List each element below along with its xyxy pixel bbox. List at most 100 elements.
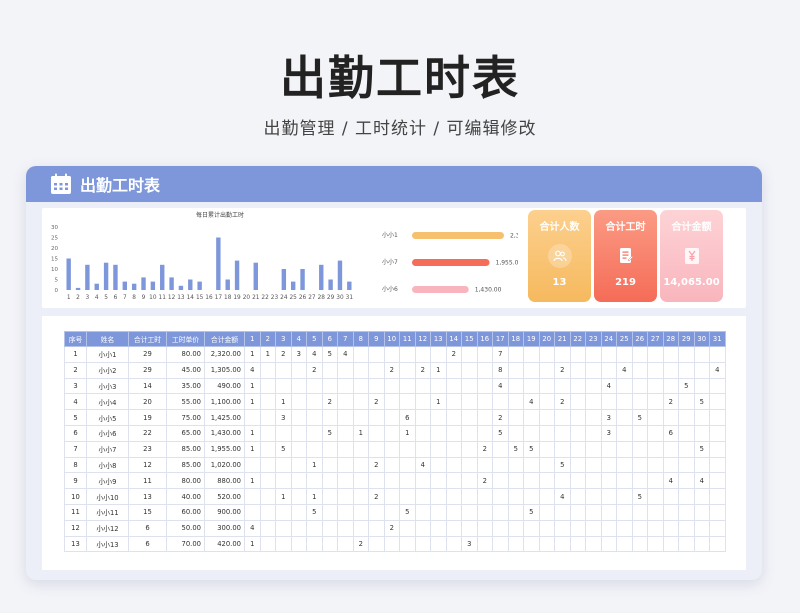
- day-cell[interactable]: [538, 535, 555, 553]
- day-cell[interactable]: [647, 472, 664, 490]
- day-cell[interactable]: [259, 440, 276, 458]
- day-cell[interactable]: [352, 393, 369, 411]
- day-cell[interactable]: [507, 377, 524, 395]
- day-cell[interactable]: [259, 424, 276, 442]
- day-cell[interactable]: [523, 488, 540, 505]
- table-row[interactable]: 4 小小4 20 55.00 1,100.00 1 1 2 2 1 4 2 2 5: [64, 393, 726, 411]
- day-cell[interactable]: [476, 409, 493, 426]
- day-cell[interactable]: [693, 535, 710, 553]
- day-cell[interactable]: 8: [492, 361, 509, 379]
- day-cell[interactable]: [476, 535, 493, 553]
- day-cell[interactable]: 1: [430, 361, 447, 379]
- day-cell[interactable]: [275, 361, 292, 379]
- table-row[interactable]: 7 小小7 23 85.00 1,955.00 1 5 2 5 5 5: [64, 440, 726, 458]
- day-cell[interactable]: 3: [275, 409, 292, 426]
- day-cell[interactable]: [337, 488, 354, 505]
- day-cell[interactable]: [678, 361, 695, 379]
- row-number[interactable]: 9: [64, 472, 87, 490]
- day-cell[interactable]: 7: [492, 346, 509, 363]
- day-cell[interactable]: [414, 440, 431, 458]
- hourly-rate[interactable]: 35.00: [166, 377, 205, 395]
- day-cell[interactable]: [352, 440, 369, 458]
- day-cell[interactable]: [709, 456, 726, 474]
- day-cell[interactable]: 4: [554, 488, 571, 505]
- day-header[interactable]: 13: [430, 331, 447, 347]
- day-cell[interactable]: [492, 472, 509, 490]
- day-cell[interactable]: [399, 535, 416, 553]
- day-cell[interactable]: 5: [631, 409, 648, 426]
- day-cell[interactable]: [290, 488, 307, 505]
- day-cell[interactable]: 2: [554, 393, 571, 411]
- day-cell[interactable]: [631, 535, 648, 553]
- day-cell[interactable]: [600, 456, 617, 474]
- day-cell[interactable]: [275, 503, 292, 521]
- day-cell[interactable]: [399, 456, 416, 474]
- day-cell[interactable]: 2: [321, 393, 338, 411]
- day-cell[interactable]: [414, 488, 431, 505]
- day-cell[interactable]: [709, 472, 726, 490]
- day-cell[interactable]: [352, 519, 369, 537]
- day-cell[interactable]: [693, 519, 710, 537]
- day-cell[interactable]: [662, 519, 679, 537]
- day-cell[interactable]: [554, 535, 571, 553]
- day-cell[interactable]: 6: [662, 424, 679, 442]
- day-cell[interactable]: [647, 409, 664, 426]
- day-header[interactable]: 16: [476, 331, 493, 347]
- day-cell[interactable]: [523, 456, 540, 474]
- day-cell[interactable]: [585, 393, 602, 411]
- day-cell[interactable]: 5: [275, 440, 292, 458]
- column-header[interactable]: 序号: [64, 331, 87, 347]
- day-header[interactable]: 20: [538, 331, 555, 347]
- day-cell[interactable]: [321, 472, 338, 490]
- row-number[interactable]: 13: [64, 535, 87, 553]
- table-row[interactable]: 2 小小2 29 45.00 1,305.00 4 2 2 2 1 8 2 4 4: [64, 361, 726, 379]
- day-cell[interactable]: [290, 361, 307, 379]
- day-cell[interactable]: [430, 440, 447, 458]
- day-cell[interactable]: [647, 361, 664, 379]
- row-number[interactable]: 10: [64, 488, 87, 505]
- day-cell[interactable]: [337, 424, 354, 442]
- day-cell[interactable]: [678, 346, 695, 363]
- day-cell[interactable]: [678, 535, 695, 553]
- day-cell[interactable]: [631, 440, 648, 458]
- day-cell[interactable]: [678, 519, 695, 537]
- day-cell[interactable]: [569, 424, 586, 442]
- day-cell[interactable]: [368, 346, 385, 363]
- day-cell[interactable]: [290, 456, 307, 474]
- day-cell[interactable]: [585, 488, 602, 505]
- day-cell[interactable]: [538, 361, 555, 379]
- total-hours[interactable]: 22: [128, 424, 167, 442]
- total-amount[interactable]: 2,320.00: [204, 346, 245, 363]
- day-cell[interactable]: [693, 409, 710, 426]
- day-cell[interactable]: [647, 535, 664, 553]
- day-cell[interactable]: [306, 409, 323, 426]
- column-header[interactable]: 工时单价: [166, 331, 205, 347]
- day-cell[interactable]: [709, 503, 726, 521]
- day-cell[interactable]: [569, 472, 586, 490]
- day-cell[interactable]: [414, 519, 431, 537]
- day-cell[interactable]: [631, 377, 648, 395]
- day-cell[interactable]: [662, 409, 679, 426]
- day-cell[interactable]: 1: [306, 488, 323, 505]
- day-cell[interactable]: [647, 440, 664, 458]
- day-cell[interactable]: [554, 519, 571, 537]
- day-cell[interactable]: [383, 535, 400, 553]
- day-cell[interactable]: [554, 346, 571, 363]
- day-cell[interactable]: [662, 440, 679, 458]
- day-cell[interactable]: [678, 440, 695, 458]
- day-cell[interactable]: [244, 488, 261, 505]
- day-cell[interactable]: [678, 472, 695, 490]
- day-cell[interactable]: 1: [244, 424, 261, 442]
- day-cell[interactable]: [461, 440, 478, 458]
- day-header[interactable]: 18: [507, 331, 524, 347]
- day-header[interactable]: 4: [290, 331, 307, 347]
- day-cell[interactable]: [445, 361, 462, 379]
- day-cell[interactable]: [399, 346, 416, 363]
- day-cell[interactable]: [693, 488, 710, 505]
- total-hours[interactable]: 20: [128, 393, 167, 411]
- day-header[interactable]: 30: [693, 331, 710, 347]
- day-cell[interactable]: [492, 393, 509, 411]
- day-cell[interactable]: [368, 377, 385, 395]
- day-cell[interactable]: [476, 377, 493, 395]
- day-cell[interactable]: [337, 535, 354, 553]
